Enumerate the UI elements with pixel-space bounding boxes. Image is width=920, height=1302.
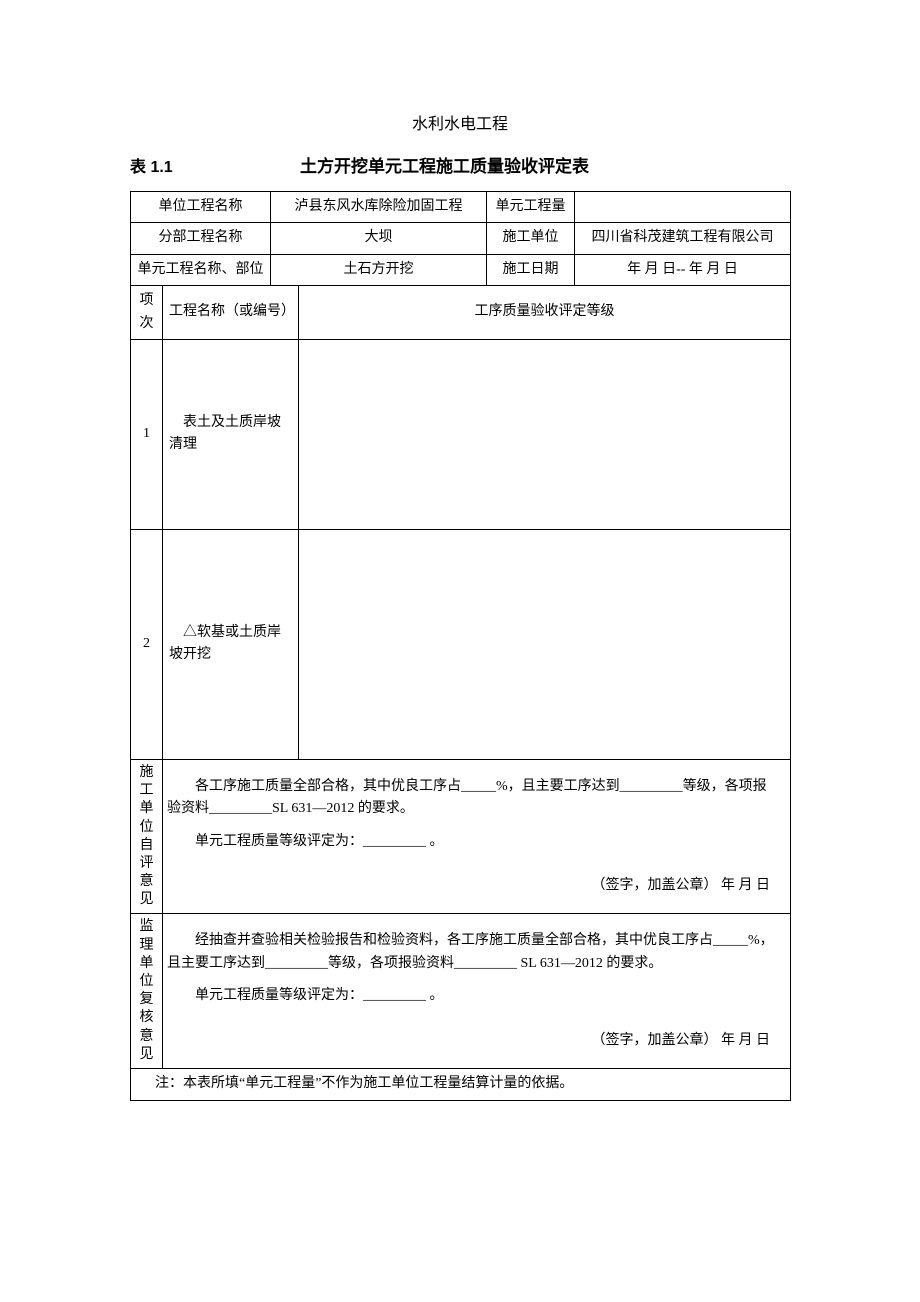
opinion-1-row: 施工单位自评意见 各工序施工质量全部合格，其中优良工序占_____%，且主要工序…	[131, 759, 791, 914]
row-2-grade	[299, 529, 791, 759]
unit-part-label: 单元工程名称、部位	[131, 254, 271, 285]
opinion-1-line1: 各工序施工质量全部合格，其中优良工序占_____%，且主要工序达到_______…	[167, 776, 776, 821]
opinion-1-sig: （签字，加盖公章） 年 月 日	[167, 875, 776, 897]
row-1-no: 1	[131, 339, 163, 529]
table-number: 表 1.1	[130, 153, 300, 177]
unit-part-value: 土石方开挖	[271, 254, 487, 285]
opinion-2-sig: （签字，加盖公章） 年 月 日	[167, 1030, 776, 1052]
opinion-2-line1: 经抽查并查验相关检验报告和检验资料，各工序施工质量全部合格，其中优良工序占___…	[167, 930, 776, 975]
contractor-label: 施工单位	[487, 223, 575, 254]
div-proj-name-value: 大坝	[271, 223, 487, 254]
opinion-1-content: 各工序施工质量全部合格，其中优良工序占_____%，且主要工序达到_______…	[163, 759, 791, 914]
opinion-2-content: 经抽查并查验相关检验报告和检验资料，各工序施工质量全部合格，其中优良工序占___…	[163, 914, 791, 1069]
col-grade: 工序质量验收评定等级	[299, 286, 791, 340]
main-title: 土方开挖单元工程施工质量验收评定表	[300, 152, 589, 177]
column-header-row: 项次 工程名称（或编号） 工序质量验收评定等级	[131, 286, 791, 340]
row-2-name: △软基或土质岸坡开挖	[163, 529, 299, 759]
unit-qty-label: 单元工程量	[487, 192, 575, 223]
row-1: 1 表土及土质岸坡清理	[131, 339, 791, 529]
col-proc-name: 工程名称（或编号）	[163, 286, 299, 340]
row-2: 2 △软基或土质岸坡开挖	[131, 529, 791, 759]
row-1-grade	[299, 339, 791, 529]
title-row: 表 1.1 土方开挖单元工程施工质量验收评定表	[130, 152, 790, 177]
opinion-2-row: 监理单位复核意见 经抽查并查验相关检验报告和检验资料，各工序施工质量全部合格，其…	[131, 914, 791, 1069]
pre-title: 水利水电工程	[130, 110, 790, 134]
unit-proj-name-label: 单位工程名称	[131, 192, 271, 223]
opinion-1-line2: 单元工程质量等级评定为：_________ 。	[167, 831, 776, 853]
opinion-2-line2: 单元工程质量等级评定为：_________ 。	[167, 985, 776, 1007]
opinion-2-label: 监理单位复核意见	[131, 914, 163, 1069]
contractor-value: 四川省科茂建筑工程有限公司	[575, 223, 791, 254]
note-text: 注：本表所填“单元工程量”不作为施工单位工程量结算计量的依据。	[131, 1068, 791, 1100]
div-proj-name-label: 分部工程名称	[131, 223, 271, 254]
opinion-1-label: 施工单位自评意见	[131, 759, 163, 914]
row-1-name: 表土及土质岸坡清理	[163, 339, 299, 529]
header-row-1: 单位工程名称 泸县东风水库除险加固工程 单元工程量	[131, 192, 791, 223]
header-row-3: 单元工程名称、部位 土石方开挖 施工日期 年 月 日-- 年 月 日	[131, 254, 791, 285]
date-value: 年 月 日-- 年 月 日	[575, 254, 791, 285]
row-2-no: 2	[131, 529, 163, 759]
note-row: 注：本表所填“单元工程量”不作为施工单位工程量结算计量的依据。	[131, 1068, 791, 1100]
evaluation-table: 单位工程名称 泸县东风水库除险加固工程 单元工程量 分部工程名称 大坝 施工单位…	[130, 191, 791, 1101]
header-row-2: 分部工程名称 大坝 施工单位 四川省科茂建筑工程有限公司	[131, 223, 791, 254]
unit-qty-value	[575, 192, 791, 223]
date-label: 施工日期	[487, 254, 575, 285]
unit-proj-name-value: 泸县东风水库除险加固工程	[271, 192, 487, 223]
col-item-no: 项次	[131, 286, 163, 340]
